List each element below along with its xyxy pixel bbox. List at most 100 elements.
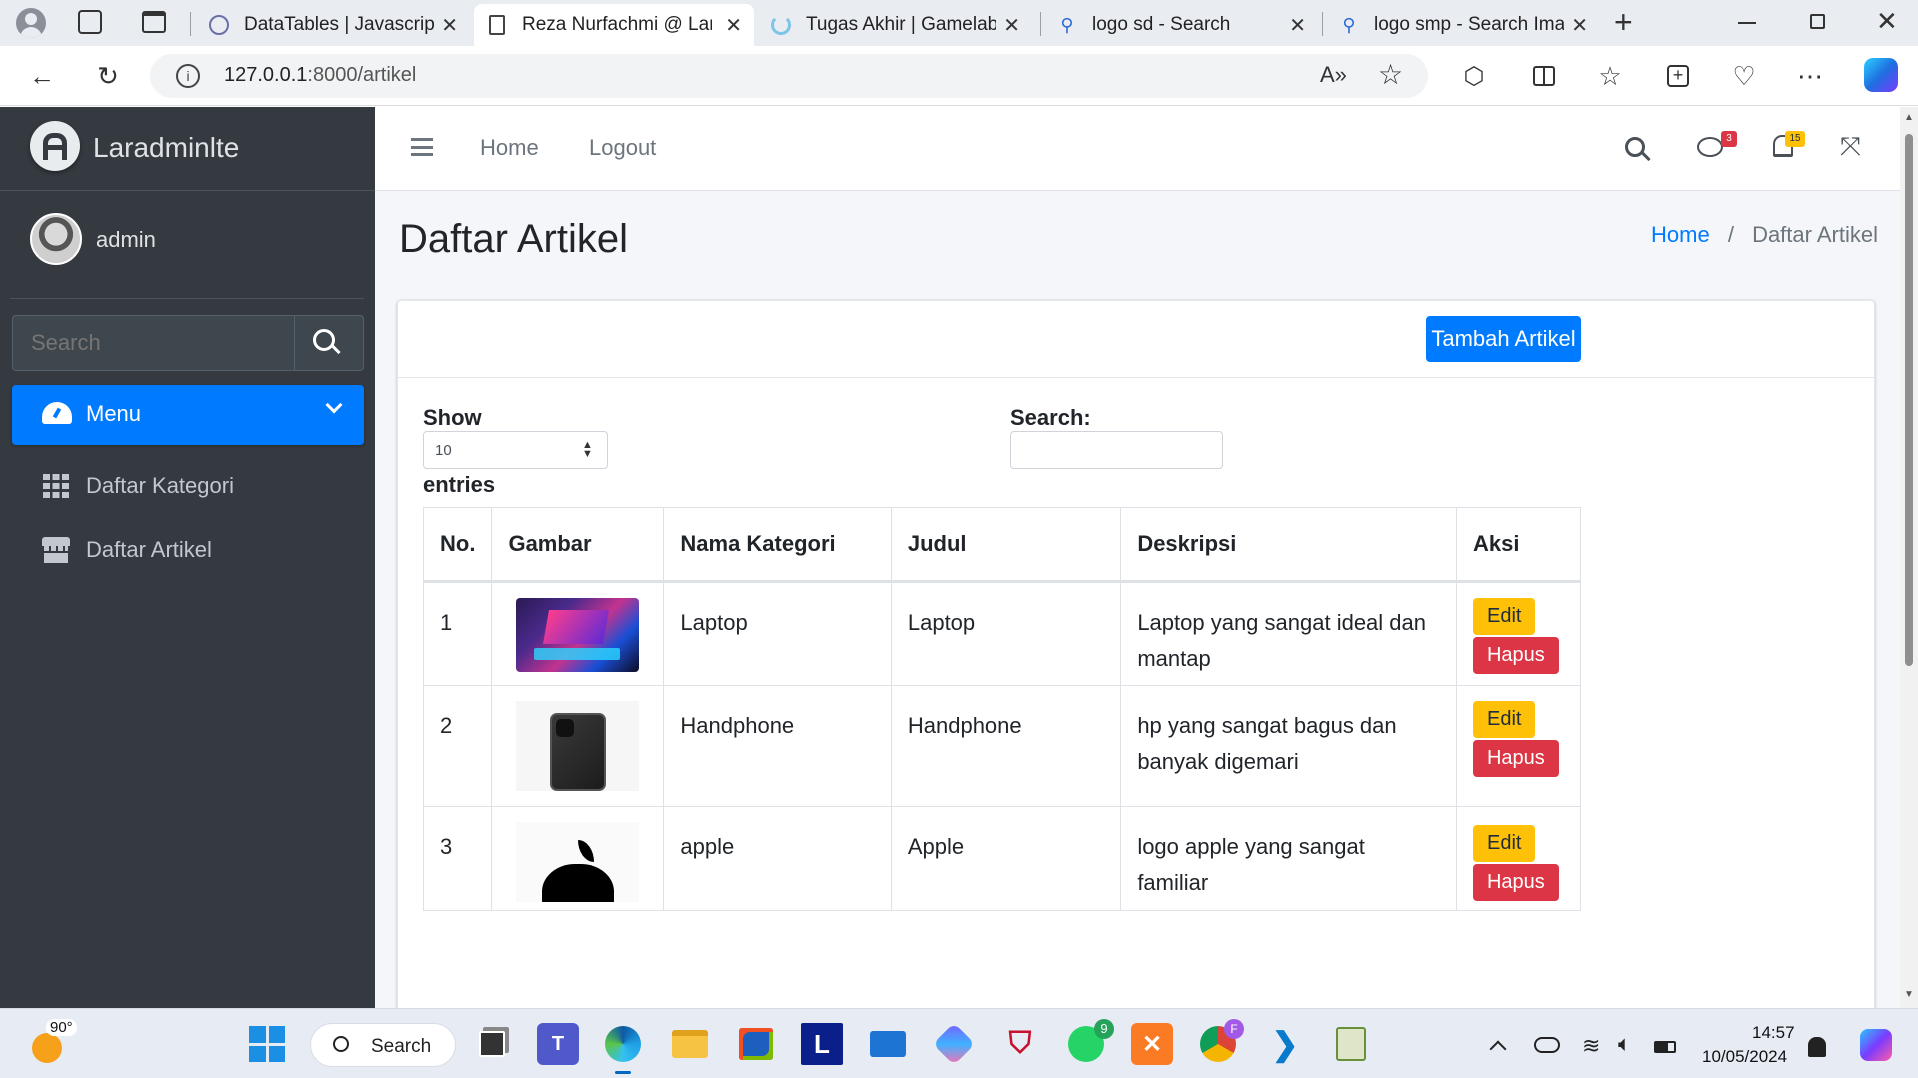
entries-select-value: 10: [435, 442, 452, 459]
restore-icon[interactable]: [1810, 14, 1825, 29]
phone-thumbnail: [516, 701, 640, 791]
sidebar-item-daftar-artikel[interactable]: Daftar Artikel: [12, 523, 364, 579]
nav-home-link[interactable]: Home: [480, 135, 539, 161]
cell-deskripsi: hp yang sangat bagus dan banyak digemari: [1120, 685, 1457, 807]
back-icon[interactable]: ←: [22, 56, 62, 96]
edit-button[interactable]: Edit: [1472, 825, 1536, 862]
breadcrumb-current: Daftar Artikel: [1752, 222, 1878, 247]
tab-label: logo smp - Search Imag: [1374, 14, 1564, 35]
collections-icon[interactable]: +: [1658, 56, 1698, 96]
breadcrumb-home-link[interactable]: Home: [1651, 222, 1710, 247]
task-view-icon[interactable]: [471, 1023, 513, 1065]
browser-essentials-icon[interactable]: ♡: [1724, 56, 1764, 96]
volume-icon[interactable]: 🔈︎: [1618, 1031, 1631, 1057]
fullscreen-icon[interactable]: ⤧: [1840, 133, 1861, 159]
taskbar-search[interactable]: Search: [310, 1023, 456, 1067]
notification-bell-icon[interactable]: [1808, 1037, 1826, 1057]
page-scrollbar[interactable]: ▲ ▼: [1900, 107, 1918, 1008]
tab-datatables[interactable]: DataTables | Javascript t ✕: [196, 4, 470, 46]
weather-widget[interactable]: 90°: [30, 1019, 77, 1063]
column-header-aksi[interactable]: Aksi: [1455, 507, 1582, 583]
close-tab-icon[interactable]: ✕: [1289, 13, 1306, 38]
table-header-row: No. Gambar Nama Kategori Judul Deskripsi…: [422, 507, 1582, 583]
microsoft-store-icon[interactable]: [735, 1023, 777, 1065]
favorites-icon[interactable]: ☆: [1590, 56, 1630, 96]
clock-time[interactable]: 14:57: [1752, 1023, 1795, 1043]
taskbar-search-label: Search: [371, 1036, 432, 1057]
close-tab-icon[interactable]: ✕: [725, 13, 742, 38]
add-article-button[interactable]: Tambah Artikel: [1426, 316, 1581, 362]
brand-link[interactable]: Laradminlte: [0, 107, 375, 191]
copilot-app-icon[interactable]: [932, 1022, 976, 1066]
launcher-l-icon[interactable]: L: [801, 1023, 843, 1065]
scroll-up-arrow-icon[interactable]: ▲: [1904, 112, 1914, 123]
extensions-icon[interactable]: ⬡: [1454, 56, 1494, 96]
cell-gambar: [491, 806, 665, 911]
profile-icon[interactable]: [16, 8, 46, 38]
vertical-tabs-icon[interactable]: [142, 11, 166, 33]
page-icon: [486, 14, 508, 36]
xampp-icon[interactable]: ✕: [1131, 1023, 1173, 1065]
scrollbar-thumb[interactable]: [1905, 134, 1913, 666]
sidebar-search-input[interactable]: [13, 316, 295, 370]
show-label: Show: [423, 405, 482, 430]
column-header-judul[interactable]: Judul: [890, 507, 1122, 583]
hamburger-menu-icon[interactable]: [411, 138, 433, 156]
teams-icon[interactable]: T: [537, 1023, 579, 1065]
close-tab-icon[interactable]: ✕: [1571, 13, 1588, 38]
close-tab-icon[interactable]: ✕: [441, 13, 458, 38]
delete-button[interactable]: Hapus: [1472, 637, 1559, 674]
edge-icon[interactable]: [602, 1023, 644, 1065]
start-icon[interactable]: [246, 1023, 288, 1065]
new-tab-icon[interactable]: +: [1614, 4, 1633, 41]
column-header-kategori[interactable]: Nama Kategori: [663, 507, 892, 583]
edit-button[interactable]: Edit: [1472, 701, 1536, 738]
navbar-search-icon[interactable]: [1625, 137, 1651, 162]
store-icon: [42, 537, 70, 563]
show-hidden-icons-chevron-icon[interactable]: [1489, 1040, 1507, 1058]
vscode-icon[interactable]: ❯: [1264, 1023, 1306, 1065]
close-tab-icon[interactable]: ✕: [1003, 13, 1020, 38]
site-info-icon[interactable]: i: [176, 64, 200, 88]
mcafee-icon[interactable]: ⛉: [999, 1023, 1041, 1065]
clock-date[interactable]: 10/05/2024: [1702, 1047, 1787, 1067]
messages-icon[interactable]: [1697, 137, 1723, 157]
copilot-preview-icon[interactable]: [1860, 1029, 1892, 1061]
refresh-icon[interactable]: ↻: [88, 56, 128, 96]
tab-gamelab[interactable]: Tugas Akhir | Gamelab. ✕: [758, 4, 1032, 46]
tab-logo-smp[interactable]: ⚲ logo smp - Search Imag ✕: [1326, 4, 1600, 46]
copilot-icon[interactable]: [1864, 58, 1898, 92]
cell-judul: Apple: [890, 806, 1122, 911]
scroll-down-arrow-icon[interactable]: ▼: [1904, 989, 1914, 1000]
user-panel[interactable]: admin: [10, 191, 364, 299]
mail-icon[interactable]: [867, 1023, 909, 1065]
read-aloud-icon[interactable]: A»: [1320, 62, 1347, 88]
onedrive-icon[interactable]: [1534, 1037, 1560, 1053]
favorite-star-icon[interactable]: ☆: [1378, 58, 1403, 91]
tab-logo-sd[interactable]: ⚲ logo sd - Search ✕: [1044, 4, 1318, 46]
url-field[interactable]: i 127.0.0.1:8000/artikel A» ☆: [150, 54, 1428, 98]
sidebar-item-daftar-kategori[interactable]: Daftar Kategori: [12, 459, 364, 515]
delete-button[interactable]: Hapus: [1472, 864, 1559, 901]
table-search-input[interactable]: [1010, 431, 1223, 469]
battery-icon[interactable]: [1654, 1041, 1676, 1053]
wifi-icon[interactable]: ≋: [1582, 1033, 1600, 1059]
delete-button[interactable]: Hapus: [1472, 740, 1559, 777]
column-header-gambar[interactable]: Gambar: [491, 507, 665, 583]
more-options-icon[interactable]: ⋯: [1790, 56, 1830, 96]
column-header-no[interactable]: No.: [422, 507, 493, 583]
edit-button[interactable]: Edit: [1472, 598, 1536, 635]
notepad-pp-icon[interactable]: [1330, 1023, 1372, 1065]
entries-select[interactable]: 10 ▲ ▼: [423, 431, 608, 469]
workspaces-icon[interactable]: [78, 10, 102, 34]
menu-toggle[interactable]: Menu: [12, 385, 364, 445]
card-header: Tambah Artikel: [398, 301, 1874, 378]
close-window-icon[interactable]: ✕: [1876, 6, 1898, 37]
search-icon[interactable]: [313, 329, 341, 355]
tab-active-laravel[interactable]: Reza Nurfachmi @ Lara ✕: [474, 4, 754, 46]
file-explorer-icon[interactable]: [669, 1023, 711, 1065]
minimize-icon[interactable]: [1738, 22, 1756, 24]
split-screen-icon[interactable]: [1524, 56, 1564, 96]
nav-logout-link[interactable]: Logout: [589, 135, 656, 161]
column-header-deskripsi[interactable]: Deskripsi: [1120, 507, 1457, 583]
